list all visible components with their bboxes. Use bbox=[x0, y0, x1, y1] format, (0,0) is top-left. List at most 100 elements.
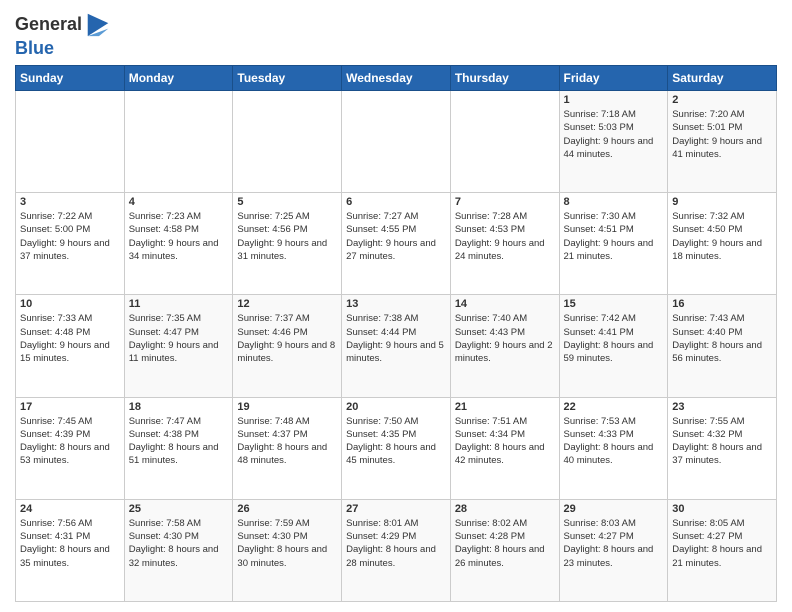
day-info: Sunrise: 7:30 AMSunset: 4:51 PMDaylight:… bbox=[564, 210, 664, 263]
day-info: Sunrise: 7:59 AMSunset: 4:30 PMDaylight:… bbox=[237, 517, 337, 570]
day-number: 30 bbox=[672, 503, 772, 515]
day-info: Sunrise: 7:22 AMSunset: 5:00 PMDaylight:… bbox=[20, 210, 120, 263]
day-number: 25 bbox=[129, 503, 229, 515]
calendar-cell: 7Sunrise: 7:28 AMSunset: 4:53 PMDaylight… bbox=[450, 193, 559, 295]
day-number: 19 bbox=[237, 401, 337, 413]
day-number: 1 bbox=[564, 94, 664, 106]
calendar-cell: 9 Sunrise: 7:32 AMSunset: 4:50 PMDaylight… bbox=[668, 193, 777, 295]
calendar-cell bbox=[233, 91, 342, 193]
logo-general: General bbox=[15, 14, 82, 35]
day-number: 14 bbox=[455, 298, 555, 310]
calendar-cell: 8 Sunrise: 7:30 AMSunset: 4:51 PMDaylight… bbox=[559, 193, 668, 295]
day-number: 27 bbox=[346, 503, 446, 515]
day-header-monday: Monday bbox=[124, 66, 233, 91]
day-info: Sunrise: 7:37 AMSunset: 4:46 PMDaylight:… bbox=[237, 312, 337, 365]
day-info: Sunrise: 7:43 AMSunset: 4:40 PMDaylight:… bbox=[672, 312, 772, 365]
day-info: Sunrise: 7:18 AMSunset: 5:03 PMDaylight:… bbox=[564, 108, 664, 161]
day-number: 11 bbox=[129, 298, 229, 310]
logo: General Blue bbox=[15, 10, 112, 59]
logo-icon bbox=[84, 10, 112, 38]
day-info: Sunrise: 7:42 AMSunset: 4:41 PMDaylight:… bbox=[564, 312, 664, 365]
calendar-cell: 5 Sunrise: 7:25 AMSunset: 4:56 PMDaylight… bbox=[233, 193, 342, 295]
day-info: Sunrise: 8:05 AMSunset: 4:27 PMDaylight:… bbox=[672, 517, 772, 570]
calendar-week-3: 17 Sunrise: 7:45 AMSunset: 4:39 PMDayligh… bbox=[16, 397, 777, 499]
day-info: Sunrise: 7:33 AMSunset: 4:48 PMDaylight:… bbox=[20, 312, 120, 365]
day-number: 8 bbox=[564, 196, 664, 208]
calendar-cell bbox=[450, 91, 559, 193]
day-info: Sunrise: 7:58 AMSunset: 4:30 PMDaylight:… bbox=[129, 517, 229, 570]
calendar-cell: 22 Sunrise: 7:53 AMSunset: 4:33 PMDayligh… bbox=[559, 397, 668, 499]
calendar-cell: 30 Sunrise: 8:05 AMSunset: 4:27 PMDayligh… bbox=[668, 499, 777, 601]
day-info: Sunrise: 7:23 AMSunset: 4:58 PMDaylight:… bbox=[129, 210, 229, 263]
calendar-cell: 17 Sunrise: 7:45 AMSunset: 4:39 PMDayligh… bbox=[16, 397, 125, 499]
day-header-wednesday: Wednesday bbox=[342, 66, 451, 91]
day-number: 2 bbox=[672, 94, 772, 106]
calendar-cell: 23Sunrise: 7:55 AMSunset: 4:32 PMDayligh… bbox=[668, 397, 777, 499]
day-number: 13 bbox=[346, 298, 446, 310]
calendar-cell: 14 Sunrise: 7:40 AMSunset: 4:43 PMDayligh… bbox=[450, 295, 559, 397]
calendar-week-2: 10Sunrise: 7:33 AMSunset: 4:48 PMDayligh… bbox=[16, 295, 777, 397]
day-number: 23 bbox=[672, 401, 772, 413]
day-info: Sunrise: 7:40 AMSunset: 4:43 PMDaylight:… bbox=[455, 312, 555, 365]
calendar-cell: 11Sunrise: 7:35 AMSunset: 4:47 PMDayligh… bbox=[124, 295, 233, 397]
day-number: 29 bbox=[564, 503, 664, 515]
day-header-tuesday: Tuesday bbox=[233, 66, 342, 91]
calendar-cell: 12 Sunrise: 7:37 AMSunset: 4:46 PMDayligh… bbox=[233, 295, 342, 397]
day-number: 21 bbox=[455, 401, 555, 413]
day-number: 28 bbox=[455, 503, 555, 515]
calendar-cell: 24 Sunrise: 7:56 AMSunset: 4:31 PMDayligh… bbox=[16, 499, 125, 601]
calendar-week-0: 1 Sunrise: 7:18 AMSunset: 5:03 PMDaylight… bbox=[16, 91, 777, 193]
calendar-cell: 2 Sunrise: 7:20 AMSunset: 5:01 PMDaylight… bbox=[668, 91, 777, 193]
calendar-cell bbox=[16, 91, 125, 193]
day-number: 7 bbox=[455, 196, 555, 208]
day-info: Sunrise: 7:56 AMSunset: 4:31 PMDaylight:… bbox=[20, 517, 120, 570]
day-number: 24 bbox=[20, 503, 120, 515]
day-header-sunday: Sunday bbox=[16, 66, 125, 91]
day-number: 6 bbox=[346, 196, 446, 208]
day-header-saturday: Saturday bbox=[668, 66, 777, 91]
calendar-week-1: 3Sunrise: 7:22 AMSunset: 5:00 PMDaylight… bbox=[16, 193, 777, 295]
day-info: Sunrise: 7:38 AMSunset: 4:44 PMDaylight:… bbox=[346, 312, 446, 365]
calendar-cell: 20 Sunrise: 7:50 AMSunset: 4:35 PMDayligh… bbox=[342, 397, 451, 499]
day-number: 9 bbox=[672, 196, 772, 208]
day-header-thursday: Thursday bbox=[450, 66, 559, 91]
day-info: Sunrise: 8:01 AMSunset: 4:29 PMDaylight:… bbox=[346, 517, 446, 570]
day-number: 22 bbox=[564, 401, 664, 413]
day-info: Sunrise: 8:03 AMSunset: 4:27 PMDaylight:… bbox=[564, 517, 664, 570]
day-info: Sunrise: 7:32 AMSunset: 4:50 PMDaylight:… bbox=[672, 210, 772, 263]
calendar-header-row: SundayMondayTuesdayWednesdayThursdayFrid… bbox=[16, 66, 777, 91]
day-info: Sunrise: 7:47 AMSunset: 4:38 PMDaylight:… bbox=[129, 415, 229, 468]
calendar-cell: 29 Sunrise: 8:03 AMSunset: 4:27 PMDayligh… bbox=[559, 499, 668, 601]
day-info: Sunrise: 7:50 AMSunset: 4:35 PMDaylight:… bbox=[346, 415, 446, 468]
calendar-table: SundayMondayTuesdayWednesdayThursdayFrid… bbox=[15, 65, 777, 602]
calendar-cell: 28Sunrise: 8:02 AMSunset: 4:28 PMDayligh… bbox=[450, 499, 559, 601]
calendar-cell: 16 Sunrise: 7:43 AMSunset: 4:40 PMDayligh… bbox=[668, 295, 777, 397]
day-info: Sunrise: 7:45 AMSunset: 4:39 PMDaylight:… bbox=[20, 415, 120, 468]
day-number: 16 bbox=[672, 298, 772, 310]
page: General Blue SundayMondayTuesdayWednesda… bbox=[0, 0, 792, 612]
calendar-cell: 10Sunrise: 7:33 AMSunset: 4:48 PMDayligh… bbox=[16, 295, 125, 397]
day-info: Sunrise: 7:53 AMSunset: 4:33 PMDaylight:… bbox=[564, 415, 664, 468]
calendar-cell: 13 Sunrise: 7:38 AMSunset: 4:44 PMDayligh… bbox=[342, 295, 451, 397]
day-info: Sunrise: 7:51 AMSunset: 4:34 PMDaylight:… bbox=[455, 415, 555, 468]
calendar-cell: 26 Sunrise: 7:59 AMSunset: 4:30 PMDayligh… bbox=[233, 499, 342, 601]
calendar-cell bbox=[124, 91, 233, 193]
logo-blue: Blue bbox=[15, 38, 112, 59]
day-number: 15 bbox=[564, 298, 664, 310]
header: General Blue bbox=[15, 10, 777, 59]
calendar-cell: 3Sunrise: 7:22 AMSunset: 5:00 PMDaylight… bbox=[16, 193, 125, 295]
day-number: 17 bbox=[20, 401, 120, 413]
calendar-week-4: 24 Sunrise: 7:56 AMSunset: 4:31 PMDayligh… bbox=[16, 499, 777, 601]
day-number: 4 bbox=[129, 196, 229, 208]
day-info: Sunrise: 7:20 AMSunset: 5:01 PMDaylight:… bbox=[672, 108, 772, 161]
day-info: Sunrise: 7:27 AMSunset: 4:55 PMDaylight:… bbox=[346, 210, 446, 263]
day-header-friday: Friday bbox=[559, 66, 668, 91]
day-number: 18 bbox=[129, 401, 229, 413]
day-number: 20 bbox=[346, 401, 446, 413]
calendar-cell: 4 Sunrise: 7:23 AMSunset: 4:58 PMDaylight… bbox=[124, 193, 233, 295]
day-info: Sunrise: 7:25 AMSunset: 4:56 PMDaylight:… bbox=[237, 210, 337, 263]
day-number: 5 bbox=[237, 196, 337, 208]
calendar-cell: 19Sunrise: 7:48 AMSunset: 4:37 PMDayligh… bbox=[233, 397, 342, 499]
day-number: 12 bbox=[237, 298, 337, 310]
day-number: 26 bbox=[237, 503, 337, 515]
